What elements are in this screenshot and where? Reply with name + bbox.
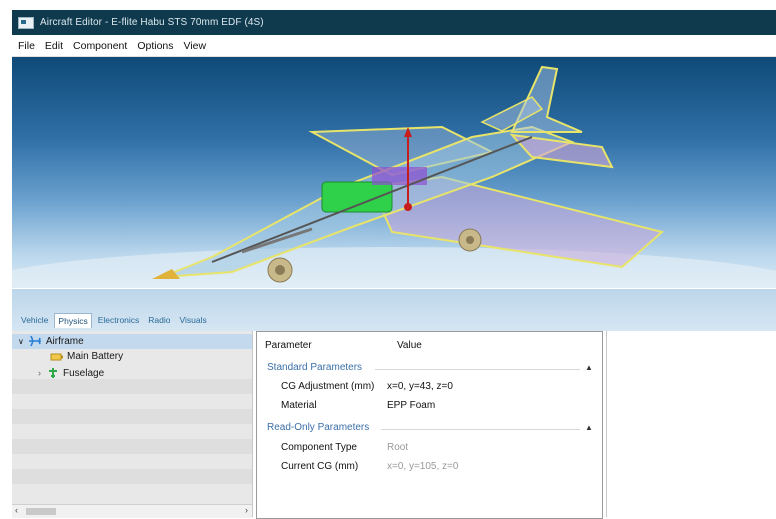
section-divider [375, 369, 580, 370]
window-title: Aircraft Editor - E-flite Habu STS 70mm … [40, 17, 264, 28]
tree-row-stripe [12, 409, 252, 424]
param-value[interactable]: EPP Foam [387, 400, 435, 411]
airplane-icon [28, 335, 41, 347]
column-header-value: Value [397, 340, 422, 351]
aircraft-model-render [12, 65, 776, 288]
tree-item-label: Main Battery [67, 351, 124, 362]
tree-item-label: Fuselage [63, 367, 105, 379]
battery-icon [50, 353, 63, 360]
param-name: Component Type [281, 442, 357, 453]
scroll-left-icon[interactable]: ‹ [15, 505, 18, 515]
collapse-icon[interactable]: ▲ [585, 363, 593, 372]
parameters-grid: Parameter Value Standard Parameters ▲ CG… [256, 331, 603, 519]
chevron-right-icon[interactable]: › [38, 368, 41, 378]
menu-file[interactable]: File [18, 40, 35, 52]
menu-options[interactable]: Options [137, 40, 173, 52]
description-panel [606, 331, 776, 517]
collapse-icon[interactable]: ▲ [585, 423, 593, 432]
param-value[interactable]: x=0, y=43, z=0 [387, 381, 453, 392]
tree-row-stripe [12, 439, 252, 454]
tree-item-airframe[interactable]: ∨ Airframe [18, 335, 84, 347]
app-icon [18, 16, 34, 29]
tree-item-label: Airframe [45, 335, 84, 347]
tab-vehicle[interactable]: Vehicle [18, 313, 51, 328]
menu-view[interactable]: View [184, 40, 207, 52]
menu-component[interactable]: Component [73, 40, 127, 52]
tab-physics[interactable]: Physics [54, 313, 92, 328]
fuselage-icon [49, 368, 57, 378]
title-bar: Aircraft Editor - E-flite Habu STS 70mm … [12, 10, 776, 35]
param-name: CG Adjustment (mm) [281, 381, 375, 392]
menu-edit[interactable]: Edit [45, 40, 63, 52]
tab-radio[interactable]: Radio [145, 313, 173, 328]
tree-horizontal-scrollbar[interactable]: ‹ › [12, 504, 252, 518]
tree-row-stripe [12, 469, 252, 484]
scroll-thumb[interactable] [26, 508, 56, 515]
param-name: Current CG (mm) [281, 461, 359, 472]
aircraft-3d-viewport[interactable] [12, 57, 776, 288]
param-name: Material [281, 400, 317, 411]
chevron-down-icon[interactable]: ∨ [18, 337, 24, 346]
tab-electronics[interactable]: Electronics [95, 313, 143, 328]
param-value-readonly: x=0, y=105, z=0 [387, 461, 459, 472]
column-header-parameter: Parameter [265, 340, 312, 351]
section-standard-parameters[interactable]: Standard Parameters [267, 362, 362, 373]
section-divider [381, 429, 580, 430]
tab-visuals[interactable]: Visuals [177, 313, 210, 328]
tree-item-main-battery[interactable]: Main Battery [50, 351, 123, 362]
scroll-right-icon[interactable]: › [245, 505, 248, 515]
tree-item-fuselage[interactable]: › Fuselage [38, 367, 104, 379]
param-value-readonly: Root [387, 442, 409, 453]
tree-row-stripe [12, 379, 252, 394]
editor-tab-strip: Vehicle Physics Electronics Radio Visual… [12, 289, 776, 331]
menu-bar: File Edit Component Options View [12, 36, 776, 57]
component-tree: ∨ Airframe Main Battery › Fuselage [12, 331, 253, 517]
section-read-only-parameters[interactable]: Read-Only Parameters [267, 422, 369, 433]
